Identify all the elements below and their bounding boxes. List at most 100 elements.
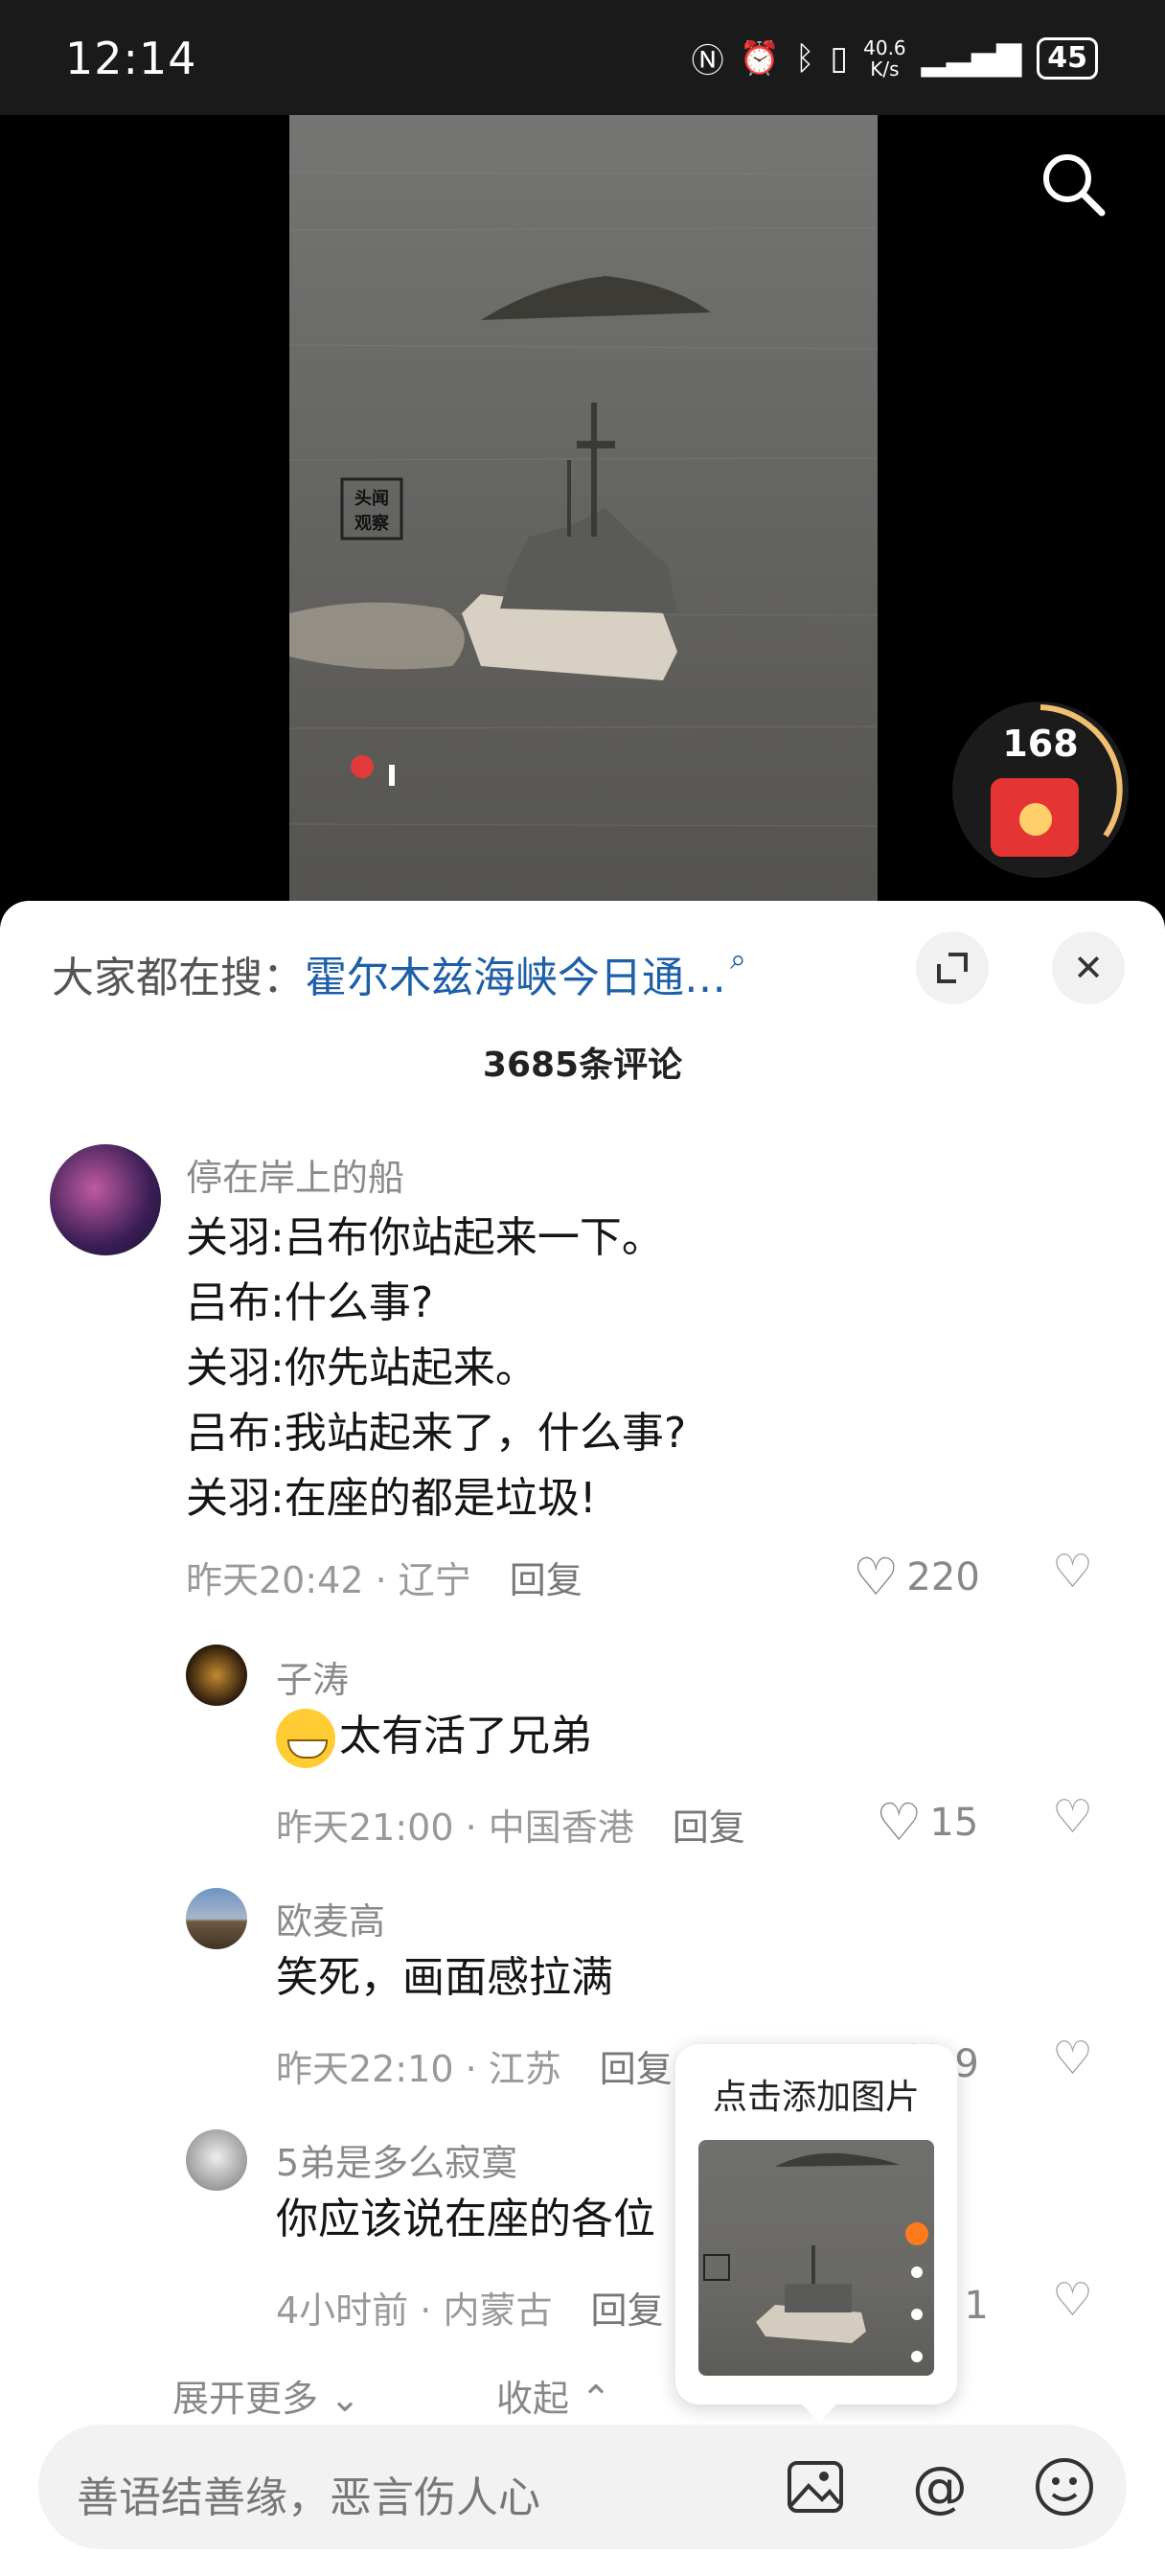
search-button[interactable]: [1035, 146, 1111, 222]
dislike-button[interactable]: ♡: [1052, 2032, 1093, 2085]
comment-author[interactable]: 5弟是多么寂寞: [276, 2133, 517, 2186]
reply-button[interactable]: 回复: [590, 2289, 663, 2332]
status-icons: Ⓝ ⏰ ᛒ ▯ 40.6 K/s ▂▃▅▇ 45: [692, 34, 1098, 81]
warship-scene: 头闻 观察: [289, 115, 878, 910]
collapse-button[interactable]: 收起 ⌃: [496, 2378, 611, 2420]
smile-icon: [1036, 2458, 1093, 2516]
search-small-icon: ⌕: [730, 943, 746, 977]
red-packet-widget[interactable]: 168: [952, 702, 1129, 878]
image-button[interactable]: [782, 2453, 849, 2520]
image-icon: [788, 2461, 843, 2513]
comment-line: 关羽:吕布你站起来一下。: [186, 1213, 664, 1262]
comment-time: 昨天22:10: [276, 2048, 454, 2090]
comment-count: 3685条评论: [482, 1046, 683, 1085]
like-count: 220: [906, 1554, 980, 1599]
grin-emoji-icon: [276, 1709, 335, 1768]
popup-title: 点击添加图片: [712, 2078, 920, 2117]
like-button[interactable]: ♡ 15: [876, 1792, 978, 1852]
reply-button[interactable]: 回复: [673, 1806, 745, 1849]
mention-button[interactable]: @: [906, 2453, 973, 2520]
comment-author[interactable]: 欧麦高: [276, 1892, 385, 1944]
comment-location: 内蒙古: [443, 2289, 553, 2332]
comment-sheet: 大家都在搜：霍尔木兹海峡今日通… ⌕ ✕ 3685条评论 停在岸上的船 关羽:吕布…: [0, 901, 1165, 2576]
reply-button[interactable]: 回复: [600, 2048, 673, 2090]
comment-time: 昨天20:42: [186, 1559, 364, 1601]
status-time: 12:14: [65, 33, 197, 84]
heart-icon: ♡: [853, 1547, 900, 1607]
comment-location: 中国香港: [488, 1806, 634, 1849]
svg-text:观察: 观察: [354, 513, 390, 534]
video-frame[interactable]: 头闻 观察: [289, 115, 878, 910]
broken-heart-icon: ♡: [1052, 2273, 1094, 2327]
red-packet-count: 168: [1002, 723, 1079, 765]
chevron-down-icon: ⌄: [330, 2378, 360, 2420]
expand-more-button[interactable]: 展开更多 ⌄: [172, 2378, 360, 2420]
comment-meta: 昨天20:42 · 辽宁 回复: [186, 1559, 582, 1601]
like-button[interactable]: ♡ 220: [853, 1547, 980, 1607]
comment-time: 4小时前: [276, 2289, 409, 2332]
comment-input[interactable]: 善语结善缘，恶言伤人心: [77, 2463, 540, 2524]
reply-button[interactable]: 回复: [510, 1559, 582, 1601]
add-image-popup[interactable]: 点击添加图片: [675, 2044, 957, 2422]
signal-icon: ▂▃▅▇: [921, 38, 1022, 78]
comment-meta: 4小时前 · 内蒙古 回复: [276, 2289, 664, 2332]
svg-text:头闻: 头闻: [354, 488, 389, 509]
comment-author[interactable]: 停在岸上的船: [186, 1148, 404, 1201]
comment-meta: 昨天22:10 · 江苏 回复: [276, 2048, 673, 2090]
like-count: 15: [929, 1800, 979, 1845]
like-count: 9: [954, 2041, 979, 2086]
trending-query[interactable]: 霍尔木兹海峡今日通…: [305, 954, 726, 1002]
network-speed: 40.6 K/s: [863, 37, 906, 80]
like-count: 1: [964, 2283, 989, 2328]
comment-text: 太有活了兄弟: [276, 1704, 592, 1769]
comment-text: 关羽:吕布你站起来一下。 吕布:什么事? 关羽:你先站起来。 吕布:我站起来了，…: [186, 1206, 686, 1531]
video-player[interactable]: 头闻 观察 168: [0, 115, 1165, 910]
nfc-icon: Ⓝ: [691, 42, 724, 80]
comment-line: 太有活了兄弟: [339, 1712, 592, 1760]
comment-meta: 昨天21:00 · 中国香港 回复: [276, 1806, 745, 1849]
broken-heart-icon: ♡: [1052, 1790, 1094, 1844]
comment-location: 江苏: [488, 2048, 561, 2090]
comment-author[interactable]: 子涛: [276, 1650, 349, 1703]
emoji-button[interactable]: [1031, 2453, 1098, 2520]
dislike-button[interactable]: ♡: [1052, 1790, 1093, 1844]
thumbnail-image: [703, 2152, 928, 2362]
dislike-button[interactable]: ♡: [1052, 1545, 1093, 1598]
network-speed-value: 40.6: [863, 35, 906, 59]
expand-button[interactable]: [916, 932, 989, 1004]
chevron-up-icon: ⌃: [581, 2378, 611, 2420]
close-icon: ✕: [1073, 947, 1104, 989]
comment-line: 吕布:我站起来了，什么事?: [186, 1409, 687, 1458]
comment-line: 关羽:你先站起来。: [186, 1344, 537, 1392]
dislike-button[interactable]: ♡: [1052, 2273, 1093, 2327]
status-bar: 12:14 Ⓝ ⏰ ᛒ ▯ 40.6 K/s ▂▃▅▇ 45: [0, 0, 1165, 115]
alarm-icon: ⏰: [739, 38, 780, 78]
comment-text: 你应该说在座的各位: [276, 2195, 655, 2243]
broken-heart-icon: ♡: [1052, 1545, 1094, 1598]
avatar[interactable]: [186, 1644, 247, 1706]
envelope-seal-icon: [1019, 803, 1052, 836]
comment-input-bar[interactable]: 善语结善缘，恶言伤人心 @: [38, 2425, 1127, 2549]
collapse-label: 收起: [496, 2378, 570, 2420]
video-thumbnail[interactable]: [698, 2140, 934, 2376]
avatar[interactable]: [50, 1144, 161, 1255]
trending-prefix: 大家都在搜：: [52, 954, 305, 1002]
comment-text: 笑死，画面感拉满: [276, 1953, 613, 2002]
at-icon: @: [912, 2454, 968, 2519]
expand-more-label: 展开更多: [172, 2378, 319, 2420]
comment-line: 关羽:在座的都是垃圾!: [186, 1474, 597, 1523]
vibrate-icon: ▯: [830, 38, 849, 78]
expand-icon: [937, 953, 968, 983]
broken-heart-icon: ♡: [1052, 2032, 1094, 2085]
close-button[interactable]: ✕: [1052, 932, 1125, 1004]
comment-time: 昨天21:00: [276, 1806, 454, 1849]
avatar[interactable]: [186, 1888, 247, 1949]
bluetooth-icon: ᛒ: [795, 38, 815, 78]
trending-search[interactable]: 大家都在搜：霍尔木兹海峡今日通… ⌕: [52, 943, 746, 1004]
battery-indicator: 45: [1037, 36, 1098, 80]
comment-location: 辽宁: [398, 1559, 471, 1601]
avatar[interactable]: [186, 2129, 247, 2191]
search-icon: [1043, 154, 1106, 217]
comment-line: 吕布:什么事?: [186, 1278, 434, 1327]
heart-icon: ♡: [876, 1792, 923, 1852]
